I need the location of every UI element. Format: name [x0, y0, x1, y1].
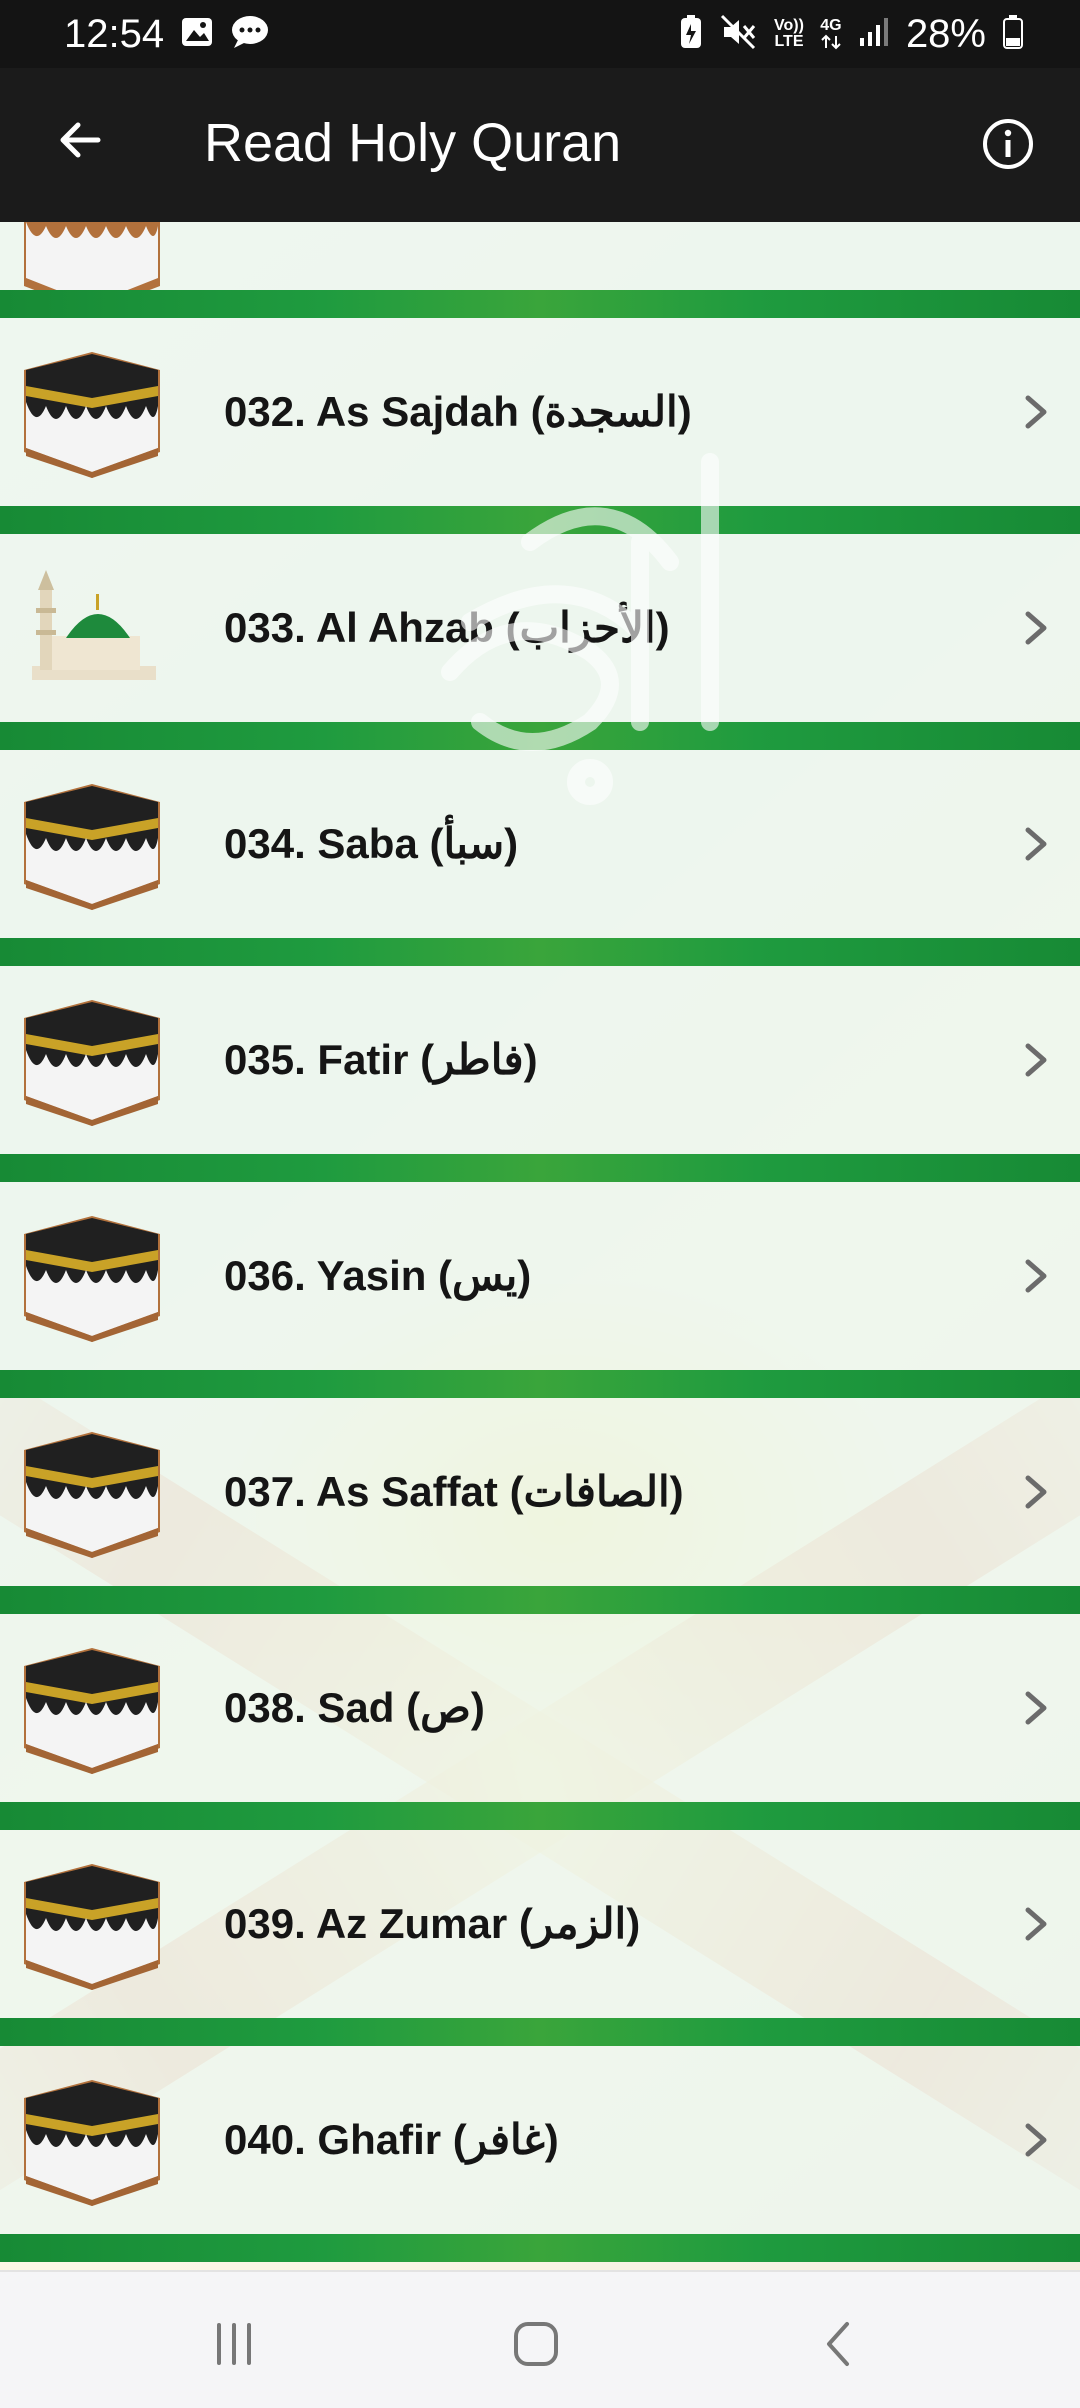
status-time: 12:54	[64, 11, 165, 56]
kaaba-icon	[24, 352, 160, 478]
screen: 12:54 Vo)) LTE 4G 28% Read Holy Quran 03…	[0, 0, 1080, 2408]
list-item[interactable]: 035. Fatir (فاطر)	[0, 966, 1080, 1154]
row-separator	[0, 1802, 1080, 1830]
recents-button[interactable]	[202, 2312, 266, 2376]
home-button[interactable]	[504, 2312, 568, 2376]
network-type-label: 4G	[820, 17, 842, 34]
home-icon	[514, 2322, 558, 2366]
chevron-right-icon	[1025, 1043, 1047, 1077]
signal-icon	[858, 16, 890, 53]
surah-title: 038. Sad (ص)	[224, 1684, 485, 1731]
mute-icon	[720, 14, 758, 55]
status-bar: 12:54 Vo)) LTE 4G 28%	[0, 0, 1080, 68]
kaaba-icon	[24, 784, 160, 910]
row-separator	[0, 1154, 1080, 1182]
surah-title: 039. Az Zumar (الزمر)	[224, 1900, 641, 1947]
chevron-right-icon	[1025, 1475, 1047, 1509]
nav-back-button[interactable]	[806, 2312, 870, 2376]
row-separator	[0, 938, 1080, 966]
surah-title: 037. As Saffat (الصافات)	[224, 1468, 684, 1515]
back-arrow-icon	[60, 122, 101, 158]
row-separator	[0, 2018, 1080, 2046]
volte-top-label: Vo))	[774, 17, 804, 34]
system-nav-bar	[0, 2270, 1080, 2408]
battery-saver-icon	[678, 14, 704, 55]
surah-title: 040. Ghafir (غافر)	[224, 2116, 559, 2163]
back-icon	[827, 2322, 849, 2366]
page-title: Read Holy Quran	[204, 113, 622, 173]
row-separator	[0, 1370, 1080, 1398]
back-button[interactable]	[48, 108, 112, 172]
mosque-dome-icon	[32, 570, 156, 680]
chevron-right-icon	[1025, 2123, 1047, 2157]
volte-icon: Vo)) LTE	[774, 18, 804, 50]
row-separator	[0, 2234, 1080, 2262]
list-item[interactable]: 038. Sad (ص)	[0, 1614, 1080, 1802]
list-item[interactable]: 040. Ghafir (غافر)	[0, 2046, 1080, 2234]
list-item[interactable]: 036. Yasin (يس)	[0, 1182, 1080, 1370]
4g-data-icon: 4G	[820, 18, 842, 50]
kaaba-icon	[24, 2080, 160, 2206]
row-separator	[0, 1586, 1080, 1614]
kaaba-icon	[24, 1216, 160, 1342]
recents-icon	[217, 2323, 251, 2365]
list-item[interactable]: 037. As Saffat (الصافات)	[0, 1398, 1080, 1586]
app-bar: Read Holy Quran	[0, 68, 1080, 222]
kaaba-icon	[24, 1000, 160, 1126]
info-icon	[983, 119, 1033, 169]
volte-bottom-label: LTE	[774, 33, 804, 50]
list-item[interactable]: 039. Az Zumar (الزمر)	[0, 1830, 1080, 2018]
chevron-right-icon	[1025, 827, 1047, 861]
row-separator	[0, 290, 1080, 318]
battery-icon	[1002, 14, 1024, 55]
surah-list[interactable]: 032. As Sajdah (السجدة) 033. Al Ahzab (ال…	[0, 222, 1080, 2270]
quran-calligraphy-watermark	[441, 453, 719, 805]
chat-icon	[230, 14, 270, 55]
surah-title: 036. Yasin (يس)	[224, 1252, 532, 1299]
kaaba-icon	[24, 1432, 160, 1558]
chevron-right-icon	[1025, 1691, 1047, 1725]
chevron-right-icon	[1025, 395, 1047, 429]
surah-title: 035. Fatir (فاطر)	[224, 1036, 538, 1083]
kaaba-icon	[24, 1864, 160, 1990]
chevron-right-icon	[1025, 1907, 1047, 1941]
chevron-right-icon	[1025, 1259, 1047, 1293]
kaaba-icon	[24, 1648, 160, 1774]
info-button[interactable]	[976, 112, 1040, 176]
battery-percent: 28%	[905, 11, 986, 56]
gallery-icon	[180, 15, 214, 54]
chevron-right-icon	[1025, 611, 1047, 645]
